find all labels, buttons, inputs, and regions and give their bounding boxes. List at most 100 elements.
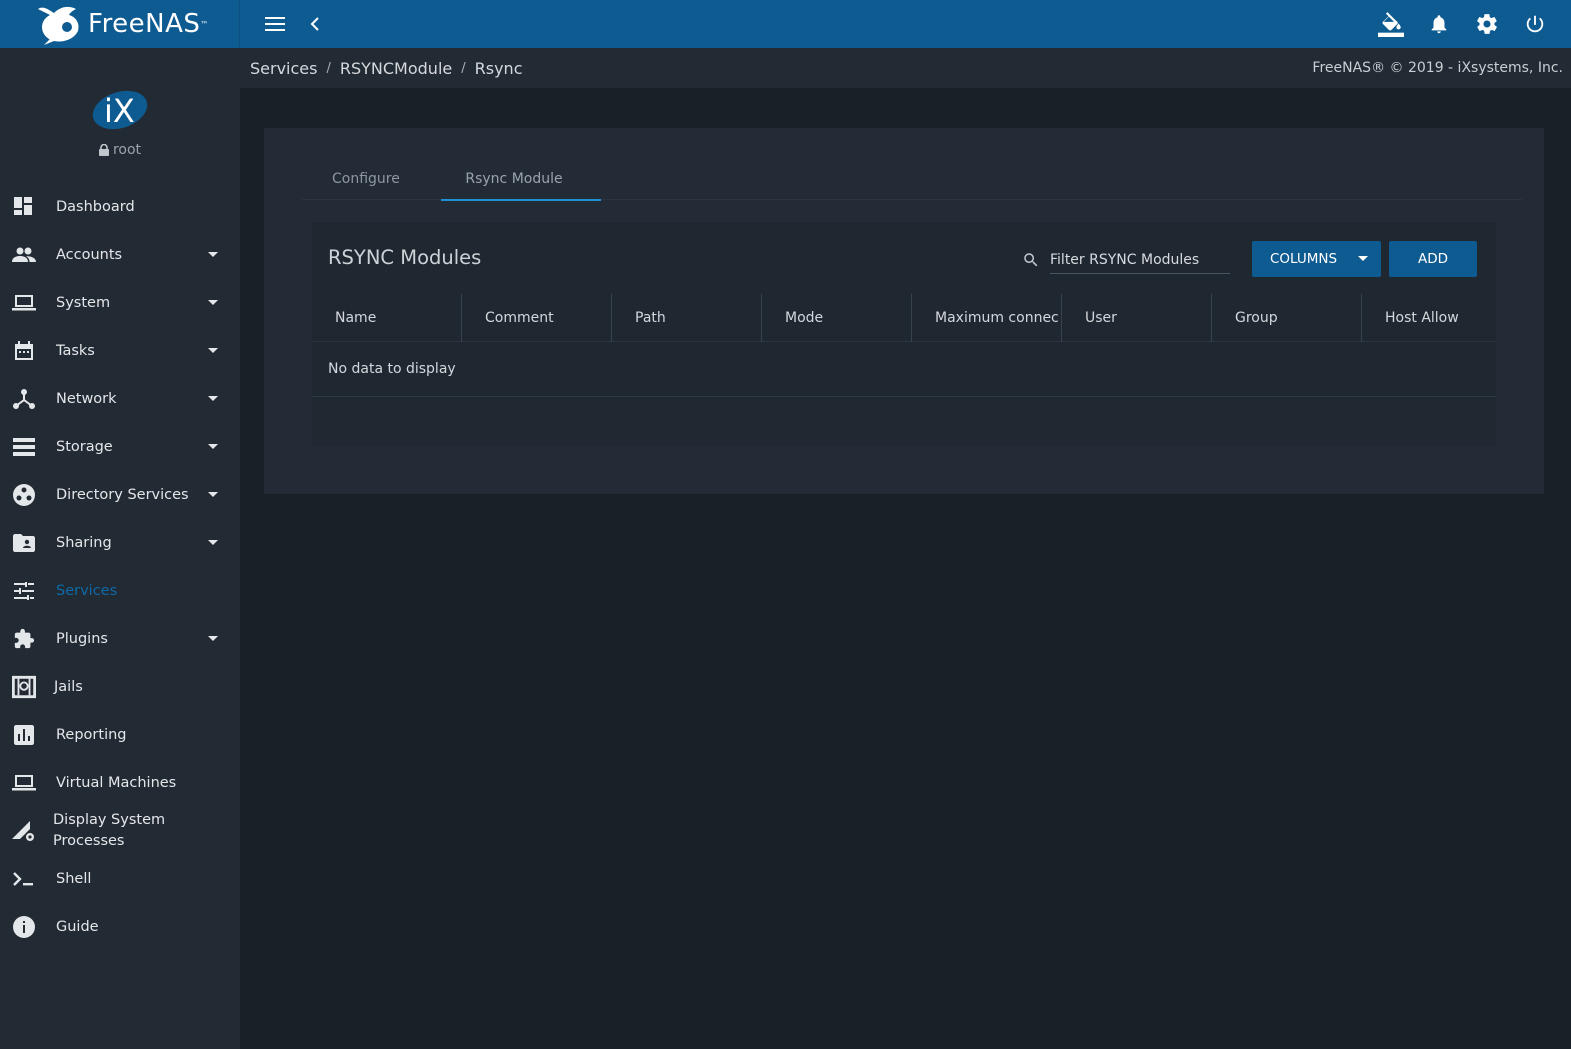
extension-icon — [12, 627, 36, 651]
ixsystems-logo: iX — [92, 90, 148, 130]
chart-icon — [12, 723, 36, 747]
bell-icon — [1431, 15, 1447, 34]
sidebar-item-display-system-processes[interactable]: Display System Processes — [0, 807, 240, 855]
sidebar-item-tasks[interactable]: Tasks — [0, 327, 240, 375]
table-filter — [1022, 246, 1230, 274]
rsync-card: Configure Rsync Module RSYNC Modules COL… — [264, 128, 1544, 494]
search-icon — [1024, 253, 1038, 267]
sidebar-item-label: Accounts — [56, 246, 123, 263]
power-button[interactable] — [1515, 0, 1555, 48]
column-header-path[interactable]: Path — [612, 294, 762, 342]
sidebar-item-label: Dashboard — [56, 198, 135, 215]
chevron-down-icon — [208, 444, 218, 449]
add-button[interactable]: ADD — [1389, 241, 1477, 277]
sidebar-item-jails[interactable]: Jails — [0, 663, 240, 711]
breadcrumb-separator: / — [326, 60, 331, 76]
sidebar-item-label: Services — [56, 582, 118, 599]
sidebar-item-label: Sharing — [56, 534, 112, 551]
chevron-down-icon — [208, 540, 218, 545]
calendar-icon — [12, 339, 36, 363]
table-footer — [312, 396, 1496, 446]
sidebar-item-label: Directory Services — [56, 486, 189, 503]
notifications-button[interactable] — [1419, 0, 1459, 48]
brand[interactable]: FreeNAS ™ — [0, 0, 240, 48]
directory-icon — [12, 483, 36, 507]
gear-icon — [1477, 14, 1497, 34]
top-bar: FreeNAS ™ — [0, 0, 1571, 48]
jail-icon — [12, 675, 36, 699]
settings-button[interactable] — [1467, 0, 1507, 48]
sidebar-item-label: Plugins — [56, 630, 108, 647]
table-title: RSYNC Modules — [328, 246, 482, 269]
tab-rsync-module[interactable]: Rsync Module — [434, 158, 601, 201]
sidebar-nav: Dashboard Accounts System Tasks Network … — [0, 183, 240, 951]
info-icon — [12, 915, 36, 939]
menu-toggle-button[interactable] — [255, 0, 295, 48]
breadcrumb-item-rsync: Rsync — [474, 58, 523, 78]
table-header: Name Comment Path Mode Maximum connec Us… — [312, 294, 1496, 342]
user-profile: iX root — [0, 48, 240, 183]
columns-button-label: COLUMNS — [1269, 251, 1338, 267]
breadcrumb-separator: / — [461, 60, 466, 76]
format-color-fill-icon — [1378, 12, 1404, 37]
chevron-down-icon — [208, 252, 218, 257]
filter-input[interactable] — [1050, 246, 1230, 274]
laptop-icon — [12, 291, 36, 315]
sidebar-item-label: Tasks — [56, 342, 95, 359]
sidebar-item-guide[interactable]: Guide — [0, 903, 240, 951]
column-header-comment[interactable]: Comment — [462, 294, 612, 342]
freenas-shark-logo — [38, 6, 79, 45]
sidebar-item-label: Guide — [56, 918, 99, 935]
sidebar-item-label: Display System Processes — [53, 812, 166, 849]
sidebar-item-reporting[interactable]: Reporting — [0, 711, 240, 759]
computer-icon — [12, 771, 36, 795]
sidebar-item-directory-services[interactable]: Directory Services — [0, 471, 240, 519]
column-header-host-allow[interactable]: Host Allow — [1362, 294, 1496, 342]
empty-table-message: No data to display — [328, 361, 456, 377]
sidebar-item-dashboard[interactable]: Dashboard — [0, 183, 240, 231]
people-icon — [12, 243, 36, 267]
theme-button[interactable] — [1371, 0, 1411, 48]
column-header-user[interactable]: User — [1062, 294, 1212, 342]
breadcrumb-item-services[interactable]: Services — [250, 59, 317, 78]
hamburger-icon — [265, 17, 285, 31]
network-icon — [12, 387, 36, 411]
chevron-down-icon — [208, 396, 218, 401]
column-header-maximum-connections[interactable]: Maximum connec — [912, 294, 1062, 342]
chevron-down-icon — [208, 492, 218, 497]
chevron-down-icon — [208, 348, 218, 353]
sidebar-item-storage[interactable]: Storage — [0, 423, 240, 471]
sidebar-item-accounts[interactable]: Accounts — [0, 231, 240, 279]
sidebar-item-label: Shell — [56, 870, 92, 887]
console-icon — [12, 867, 36, 891]
column-header-name[interactable]: Name — [312, 294, 462, 342]
sidebar-item-shell[interactable]: Shell — [0, 855, 240, 903]
collapse-sidebar-button[interactable] — [295, 0, 335, 48]
breadcrumb-bar: Services / RSYNCModule / Rsync FreeNAS® … — [240, 48, 1571, 88]
sidebar-item-label: Storage — [56, 438, 113, 455]
sidebar-item-plugins[interactable]: Plugins — [0, 615, 240, 663]
sidebar-item-services[interactable]: Services — [0, 567, 240, 615]
sidebar-item-network[interactable]: Network — [0, 375, 240, 423]
processes-icon — [12, 819, 36, 843]
brand-name: FreeNAS — [88, 9, 201, 39]
breadcrumb-item-rsyncmodule[interactable]: RSYNCModule — [340, 59, 452, 78]
columns-button[interactable]: COLUMNS — [1252, 241, 1381, 277]
brand-trademark: ™ — [200, 19, 209, 29]
dashboard-icon — [12, 195, 36, 219]
storage-icon — [12, 435, 36, 459]
sidebar-item-label: Reporting — [56, 726, 127, 743]
sidebar-item-system[interactable]: System — [0, 279, 240, 327]
column-header-mode[interactable]: Mode — [762, 294, 912, 342]
chevron-down-icon — [208, 636, 218, 641]
arrow-drop-down-icon — [1358, 256, 1368, 261]
column-header-group[interactable]: Group — [1212, 294, 1362, 342]
logged-in-user: root — [98, 142, 141, 158]
lock-icon — [98, 144, 109, 156]
tab-configure[interactable]: Configure — [302, 158, 434, 200]
tab-bar: Configure Rsync Module — [302, 158, 1522, 201]
sidebar-item-virtual-machines[interactable]: Virtual Machines — [0, 759, 240, 807]
sidebar-item-sharing[interactable]: Sharing — [0, 519, 240, 567]
rsync-modules-table-panel: RSYNC Modules COLUMNS ADD Name Comment P… — [312, 222, 1496, 446]
sidebar-item-label: System — [56, 294, 111, 311]
